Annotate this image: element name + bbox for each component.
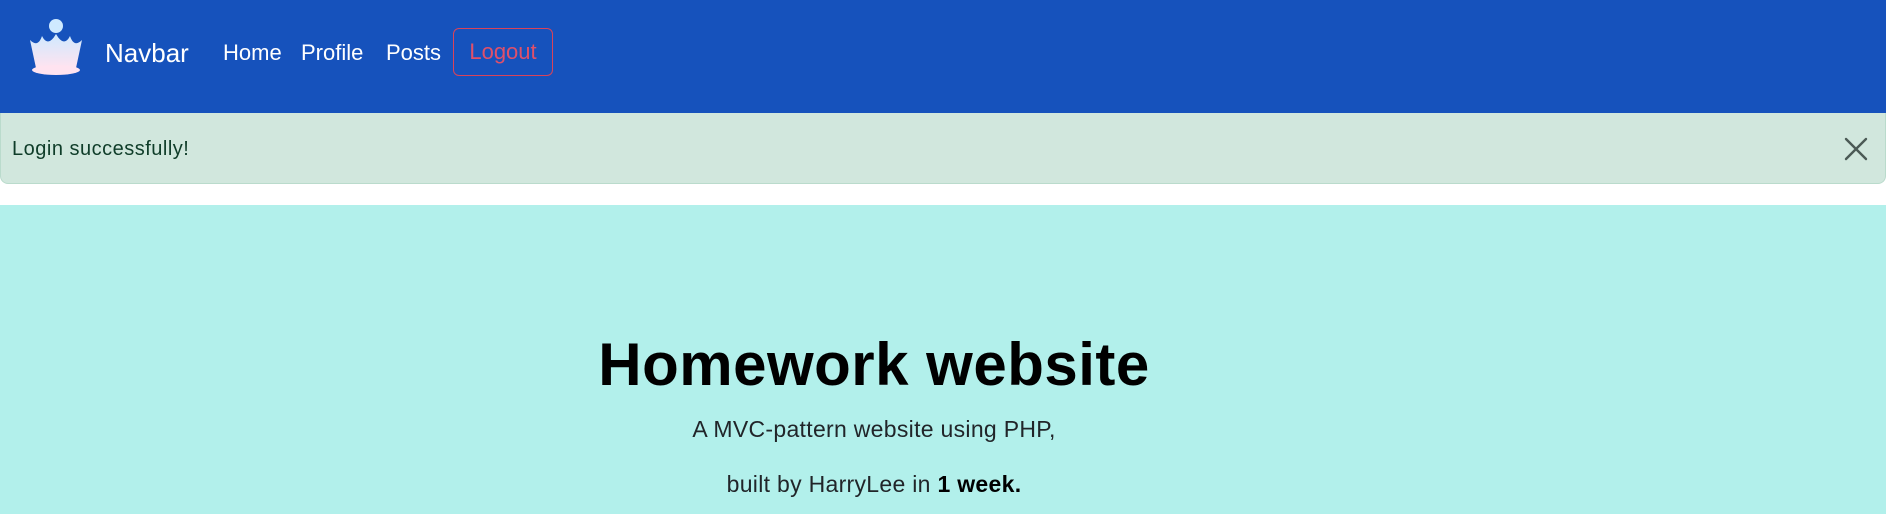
nav-link-posts[interactable]: Posts: [386, 40, 441, 66]
hero-duration: 1 week.: [937, 471, 1022, 497]
close-icon[interactable]: [1843, 136, 1869, 162]
nav-link-profile[interactable]: Profile: [301, 40, 363, 66]
crown-icon[interactable]: [24, 18, 88, 80]
hero-line-2-text: built by HarryLee in: [726, 471, 938, 497]
hero-subtitle-line-2: built by HarryLee in 1 week.: [0, 470, 1748, 498]
hero-section: Homework website A MVC-pattern website u…: [0, 205, 1886, 514]
navbar: Navbar Home Profile Posts Logout: [0, 0, 1886, 113]
navbar-brand[interactable]: Navbar: [105, 38, 189, 68]
logout-button[interactable]: Logout: [453, 28, 553, 76]
hero-title: Homework website: [598, 331, 1150, 398]
hero-subtitle-line-1: A MVC-pattern website using PHP,: [692, 416, 1056, 442]
nav-link-home[interactable]: Home: [223, 40, 282, 66]
success-alert: Login successfully!: [0, 113, 1886, 184]
alert-message: Login successfully!: [12, 138, 190, 160]
